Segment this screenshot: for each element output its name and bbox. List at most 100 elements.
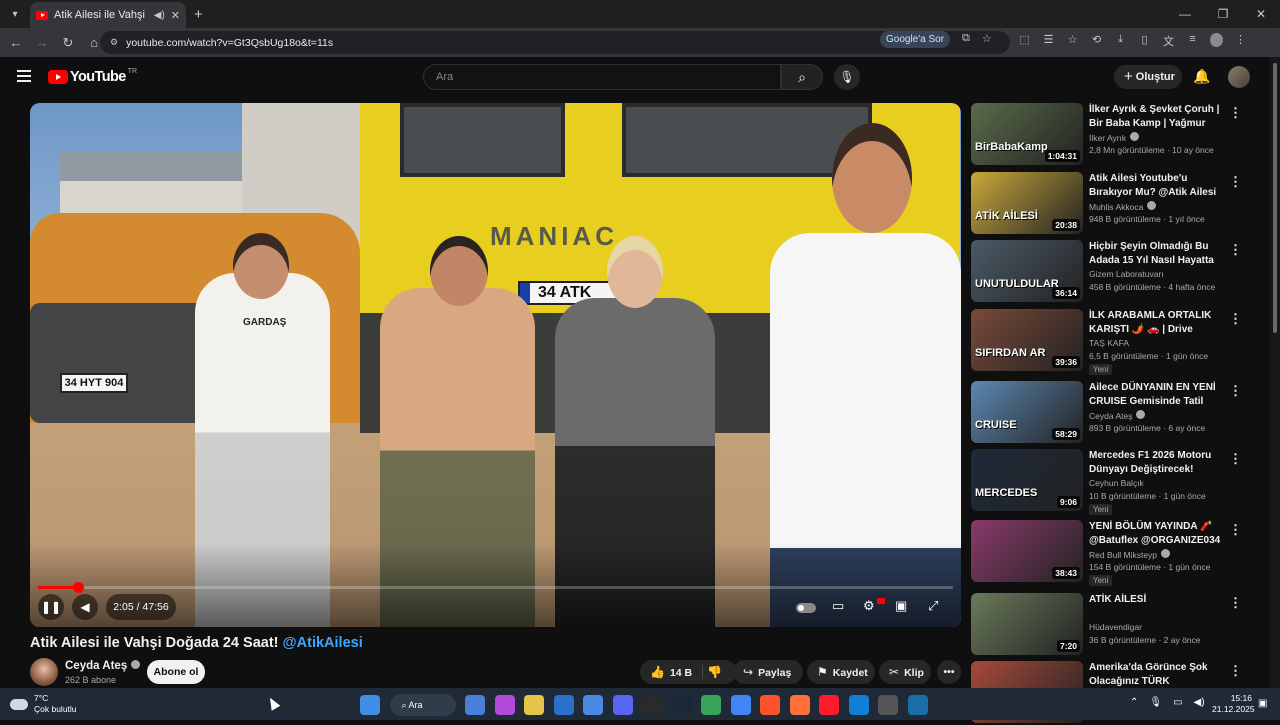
delete-icon[interactable]: ▯ [1138, 33, 1151, 49]
channel-avatar[interactable] [30, 658, 58, 686]
download-icon[interactable]: ⤓ [1114, 33, 1127, 49]
tab-close-icon[interactable]: ✕ [171, 9, 180, 22]
recommendation-thumbnail[interactable]: MERCEDES 9:06 [971, 449, 1083, 511]
recommendation-thumbnail[interactable]: CRUISE 58:29 [971, 381, 1083, 443]
more-vert-icon[interactable]: ⋮ [1229, 174, 1242, 190]
more-actions-button[interactable]: ••• [937, 660, 961, 684]
history-icon[interactable]: ⟲ [1090, 33, 1103, 49]
recommendation-thumbnail[interactable]: SIFIRDAN AR 39:36 [971, 309, 1083, 371]
progress-bar[interactable] [38, 582, 953, 593]
back-icon[interactable]: ← [4, 35, 28, 50]
google-sor-button[interactable]: Google'a Sor [880, 31, 951, 48]
recommendation-channel[interactable]: Ceyda Ateş [1089, 410, 1146, 421]
taskbar-app-icon[interactable] [612, 695, 633, 715]
youtube-logo[interactable]: YouTube TR [48, 68, 137, 85]
more-vert-icon[interactable]: ⋮ [1229, 242, 1242, 258]
recommendation-channel[interactable]: Gizem Laboratuvarı [1089, 269, 1164, 279]
recommendation-title[interactable]: Atik Ailesi Youtube'u Bırakıyor Mu? @Ati… [1089, 172, 1224, 199]
video-player[interactable]: 34 HYT 904 MANIAC 34 ATK GARDAŞ +20 › ❚❚… [30, 103, 961, 627]
recommendation-channel[interactable]: Muhlis Akkoca [1089, 201, 1157, 212]
taskbar-app-icon[interactable] [819, 695, 839, 715]
more-vert-icon[interactable]: ⋮ [1229, 383, 1242, 399]
recommendation-item[interactable]: UNUTULDULAR 36:14 Hiçbir Şeyin Olmadığı Bu… [971, 240, 1261, 304]
browser-profile-avatar[interactable] [1210, 33, 1223, 47]
taskbar-clock[interactable]: 15:16 21.12.2025 [1212, 693, 1255, 715]
more-vert-icon[interactable]: ⋮ [1229, 595, 1242, 611]
share-button[interactable]: ↪ Paylaş [733, 660, 803, 684]
taskbar-app-icon[interactable] [524, 695, 544, 715]
recommendation-title[interactable]: Hiçbir Şeyin Olmadığı Bu Adada 15 Yıl Na… [1089, 240, 1224, 267]
speaker-icon[interactable]: ◀) [1194, 697, 1205, 708]
taskbar-app-icon[interactable] [730, 695, 751, 715]
taskbar-app-icon[interactable] [553, 695, 574, 715]
recommendation-item[interactable]: ATİK AİLESİ 20:38 Atik Ailesi Youtube'u Bı… [971, 172, 1261, 236]
taskbar-app-icon[interactable] [671, 695, 692, 715]
taskbar-app-icon[interactable] [789, 695, 810, 715]
install-app-icon[interactable]: ⧉ [962, 32, 970, 45]
recommendation-channel[interactable]: Red Bull Miksteyp [1089, 549, 1171, 560]
favorites-icon[interactable]: ☆ [1066, 33, 1079, 49]
progress-scrubber[interactable] [72, 582, 84, 593]
more-vert-icon[interactable]: ⋮ [1229, 451, 1242, 467]
recommendation-thumbnail[interactable]: BirBabaKamp 1:04:31 [971, 103, 1083, 165]
tab-audio-icon[interactable]: ◀) [154, 10, 165, 21]
recommendation-title[interactable]: YENİ BÖLÜM YAYINDA 🧨 @Batuflex @ORGANIZE… [1089, 520, 1224, 547]
site-info-icon[interactable]: ⚙ [110, 37, 118, 48]
recommendation-title[interactable]: İlker Ayrık & Şevket Çoruh | Bir Baba Ka… [1089, 103, 1224, 130]
new-tab-button[interactable]: + [194, 6, 203, 23]
taskbar-app-icon[interactable] [878, 695, 898, 715]
recommendation-title[interactable]: Ailece DÜNYANIN EN YENİ CRUISE Gemisinde… [1089, 381, 1224, 408]
recommendation-thumbnail[interactable]: 38:43 [971, 520, 1083, 582]
recommendation-title[interactable]: ATİK AİLESİ [1089, 593, 1224, 620]
address-bar[interactable]: ⚙ youtube.com/watch?v=Gt3QsbUg18o&t=11s [100, 31, 1010, 54]
clip-button[interactable]: ✂ Klip [879, 660, 931, 684]
volume-button[interactable]: ◀ [72, 594, 98, 620]
subscribe-button[interactable]: Abone ol [147, 660, 205, 684]
recommendation-item[interactable]: 7:20 ATİK AİLESİ Hüdavendigar 36 B görüntül… [971, 593, 1261, 657]
notification-icon[interactable]: ▣ [1258, 698, 1267, 709]
voice-search-button[interactable]: 🎙 [834, 64, 860, 90]
taskbar-app-icon[interactable] [465, 695, 485, 715]
account-avatar[interactable] [1228, 66, 1250, 88]
save-button[interactable]: ⚑ Kaydet [807, 660, 875, 684]
page-scrollbar[interactable] [1270, 57, 1280, 688]
recommendation-thumbnail[interactable]: 7:20 [971, 593, 1083, 655]
more-vert-icon[interactable]: ⋮ [1229, 105, 1242, 121]
menu-icon[interactable] [17, 70, 31, 85]
search-input[interactable]: Ara [423, 64, 781, 90]
video-title-tag-link[interactable]: @AtikAilesi [283, 635, 363, 651]
recommendation-title[interactable]: Amerika'da Görünce Şok Olacağınız TÜRK Ü… [1089, 661, 1224, 688]
vpn-icon[interactable]: ☰ [1042, 33, 1055, 49]
bookmark-star-icon[interactable]: ☆ [982, 32, 992, 45]
more-vert-icon[interactable]: ⋮ [1229, 663, 1242, 679]
recommendation-channel[interactable]: TAŞ KAFA [1089, 338, 1129, 348]
settings-gear-icon[interactable]: ⚙ [863, 598, 875, 614]
taskbar-app-icon[interactable] [848, 695, 869, 715]
taskbar-app-icon[interactable] [494, 695, 515, 715]
taskbar-app-icon[interactable] [907, 695, 928, 715]
close-window-icon[interactable]: ✕ [1242, 0, 1280, 28]
autoplay-toggle[interactable] [796, 603, 816, 613]
more-vert-icon[interactable]: ⋮ [1229, 522, 1242, 538]
taskbar-app-icon[interactable] [760, 695, 780, 715]
recommendation-item[interactable]: SIFIRDAN AR 39:36 İLK ARABAMLA ORTALIK KAR… [971, 309, 1261, 375]
fullscreen-icon[interactable]: ⤢ [928, 598, 938, 614]
taskbar-app-icon[interactable] [701, 695, 721, 715]
start-windows-icon[interactable] [360, 695, 380, 715]
pause-button[interactable]: ❚❚ [38, 594, 64, 620]
channel-name[interactable]: Ceyda Ateş [65, 660, 141, 672]
recommendation-item[interactable]: 38:43 YENİ BÖLÜM YAYINDA 🧨 @Batuflex @ORG… [971, 520, 1261, 586]
recommendation-thumbnail[interactable]: ATİK AİLESİ 20:38 [971, 172, 1083, 234]
minimize-icon[interactable]: — [1166, 0, 1204, 28]
recommendation-item[interactable]: CRUISE 58:29 Ailece DÜNYANIN EN YENİ CRUIS… [971, 381, 1261, 445]
taskbar-app-icon[interactable] [583, 695, 603, 715]
recommendation-channel[interactable]: İlker Ayrık [1089, 132, 1140, 143]
recommendation-channel[interactable]: Ceyhun Balçık [1089, 478, 1144, 488]
reading-list-icon[interactable]: ≡ [1186, 33, 1199, 49]
recommendation-item[interactable]: BirBabaKamp 1:04:31 İlker Ayrık & Şevket Ç… [971, 103, 1261, 167]
recommendation-thumbnail[interactable]: UNUTULDULAR 36:14 [971, 240, 1083, 302]
like-button[interactable]: 👍 14 B [650, 660, 692, 685]
recommendation-title[interactable]: Mercedes F1 2026 Motoru Dünyayı Değiştir… [1089, 449, 1224, 476]
search-button[interactable]: ⌕ [781, 64, 823, 90]
taskbar-search[interactable]: ⌕ Ara [389, 694, 456, 716]
